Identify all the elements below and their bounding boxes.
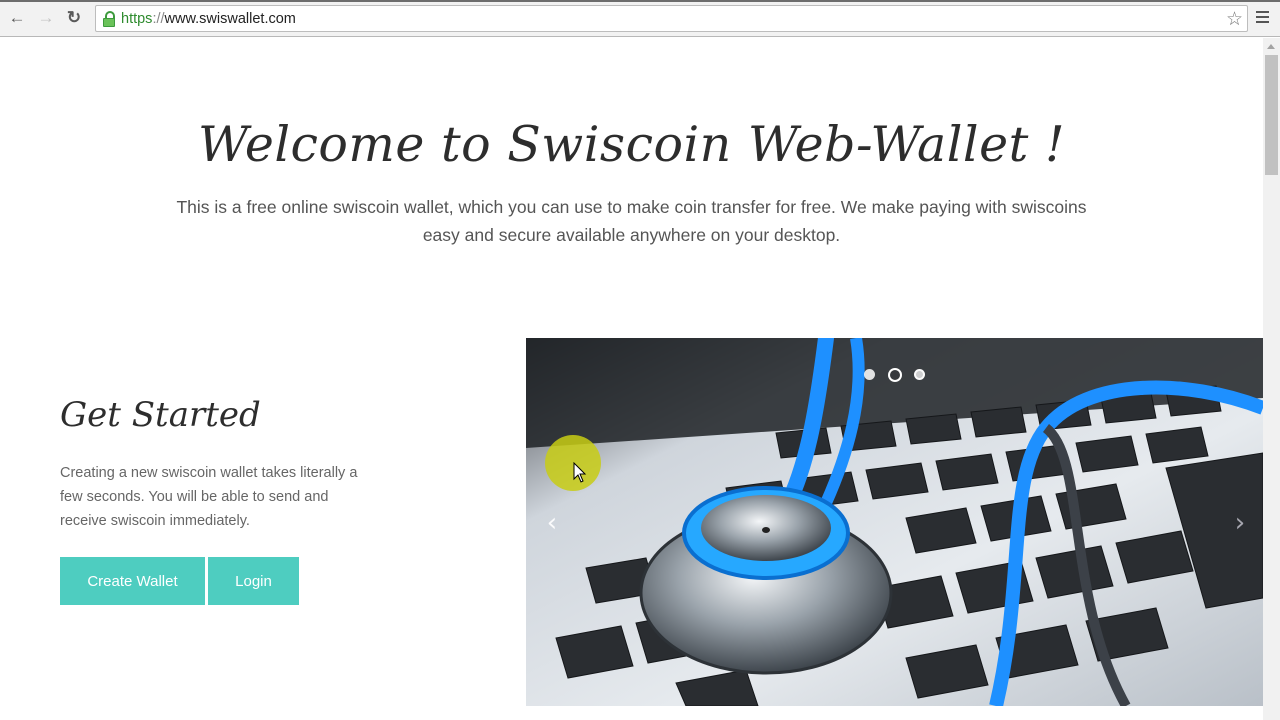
chevron-left-icon: ‹ xyxy=(546,508,558,538)
scroll-up-arrow-icon[interactable] xyxy=(1267,44,1275,49)
get-started-text: Creating a new swiscoin wallet takes lit… xyxy=(60,465,358,529)
carousel-dot-1[interactable] xyxy=(864,369,875,380)
get-started-title: Get Started xyxy=(60,395,261,435)
lock-icon xyxy=(103,10,115,27)
scrollbar-thumb[interactable] xyxy=(1265,55,1278,175)
url-host: www.swiswallet.com xyxy=(164,10,296,27)
chevron-right-icon: › xyxy=(1234,508,1246,538)
forward-arrow-icon: → xyxy=(37,8,55,27)
url-separator: :// xyxy=(152,10,165,27)
hero-title: Welcome to Swiscoin Web-Wallet ! xyxy=(197,116,1066,173)
carousel-slide-image xyxy=(526,338,1263,706)
browser-toolbar: ← → ↻ https://www.swiswallet.com ☆ xyxy=(0,0,1280,37)
hero-subtitle: This is a free online swiscoin wallet, w… xyxy=(176,197,1087,245)
page-content: Welcome to Swiscoin Web-Wallet ! This is… xyxy=(0,38,1263,720)
tab-strip-edge xyxy=(0,0,1280,2)
chrome-menu-button[interactable] xyxy=(1256,11,1269,26)
back-button[interactable]: ← xyxy=(7,8,27,28)
login-button[interactable]: Login xyxy=(208,557,299,605)
url-scheme: https xyxy=(121,10,153,27)
back-arrow-icon: ← xyxy=(8,8,26,27)
carousel-prev-button[interactable]: ‹ xyxy=(532,503,572,543)
address-bar[interactable]: https://www.swiswallet.com ☆ xyxy=(95,5,1248,32)
bookmark-star-icon[interactable]: ☆ xyxy=(1226,8,1243,31)
vertical-scrollbar[interactable] xyxy=(1263,38,1280,720)
carousel-dot-2[interactable] xyxy=(888,368,902,382)
mouse-pointer-icon xyxy=(573,462,587,483)
carousel-dot-3[interactable] xyxy=(914,369,925,380)
forward-button[interactable]: → xyxy=(36,8,56,28)
reload-button[interactable]: ↻ xyxy=(64,8,84,28)
carousel-next-button[interactable]: › xyxy=(1220,503,1260,543)
create-wallet-button[interactable]: Create Wallet xyxy=(60,557,205,605)
image-carousel[interactable]: ‹ › xyxy=(526,338,1263,706)
url-text[interactable]: https://www.swiswallet.com xyxy=(121,11,296,27)
reload-icon: ↻ xyxy=(66,8,82,27)
